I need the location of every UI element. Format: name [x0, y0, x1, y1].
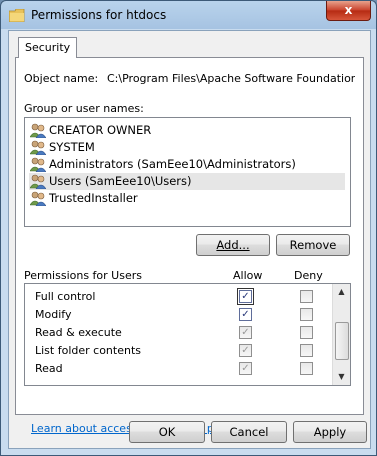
cancel-button[interactable]: Cancel	[211, 421, 287, 443]
scroll-thumb[interactable]	[335, 322, 349, 360]
permissions-scrollbar[interactable]: ▲ ▼	[332, 284, 350, 385]
tab-security[interactable]: Security	[18, 37, 78, 58]
users-group-icon	[30, 123, 46, 138]
permission-name: Modify	[35, 308, 72, 321]
users-group-icon	[30, 191, 46, 206]
allow-checkbox[interactable]: ✓	[239, 344, 252, 357]
users-group-icon	[30, 140, 46, 155]
allow-checkbox[interactable]: ✓	[239, 362, 252, 375]
deny-checkbox[interactable]	[300, 326, 313, 339]
group-list-item-label: CREATOR OWNER	[49, 123, 152, 137]
permission-name: Read & execute	[35, 326, 122, 339]
permission-row: Read ✓	[25, 360, 331, 378]
group-list-item[interactable]: Administrators (SamEee10\Administrators)	[29, 156, 345, 173]
deny-checkbox[interactable]	[300, 344, 313, 357]
permissions-dialog: Permissions for htdocs x Security Object…	[0, 0, 377, 456]
group-list-item-label: SYSTEM	[49, 140, 95, 154]
group-list-item-label: Users (SamEee10\Users)	[49, 174, 192, 188]
permission-name: List folder contents	[35, 344, 141, 357]
group-list-item-label: TrustedInstaller	[49, 191, 138, 205]
scroll-down-icon[interactable]: ▼	[333, 369, 350, 385]
permission-row: List folder contents ✓	[25, 342, 331, 360]
group-list-item[interactable]: TrustedInstaller	[29, 190, 345, 207]
apply-button[interactable]: Apply	[293, 421, 367, 443]
object-name-value[interactable]: C:\Program Files\Apache Software Foundat…	[107, 72, 355, 85]
dialog-body: Security Object name: C:\Program Files\A…	[8, 30, 371, 449]
add-button[interactable]: Add...	[196, 234, 270, 256]
deny-header: Deny	[294, 269, 323, 282]
permission-row: Modify ✓	[25, 306, 331, 324]
object-name-label: Object name:	[24, 72, 99, 85]
deny-checkbox[interactable]	[300, 362, 313, 375]
close-button[interactable]: x	[326, 1, 371, 21]
allow-checkbox[interactable]: ✓	[239, 326, 252, 339]
add-button-label: Add...	[216, 238, 250, 252]
group-list-item-label: Administrators (SamEee10\Administrators)	[49, 157, 296, 171]
permission-name: Read	[35, 362, 63, 375]
allow-header: Allow	[233, 269, 263, 282]
deny-checkbox[interactable]	[300, 290, 313, 303]
allow-checkbox[interactable]: ✓	[237, 288, 254, 305]
users-group-icon	[30, 174, 46, 189]
users-group-icon	[30, 157, 46, 172]
remove-button[interactable]: Remove	[276, 234, 350, 256]
permission-row: Read & execute ✓	[25, 324, 331, 342]
title-bar[interactable]: Permissions for htdocs x	[1, 1, 376, 30]
scroll-up-icon[interactable]: ▲	[333, 284, 350, 300]
folder-icon	[9, 9, 25, 22]
group-list-label: Group or user names:	[24, 102, 144, 115]
window-title: Permissions for htdocs	[31, 8, 167, 22]
permissions-label: Permissions for Users	[24, 269, 142, 282]
group-list-item[interactable]: Users (SamEee10\Users)	[29, 173, 345, 190]
group-list-item[interactable]: CREATOR OWNER	[29, 122, 345, 139]
deny-checkbox[interactable]	[300, 308, 313, 321]
group-user-list[interactable]: CREATOR OWNER SYSTEM Administrators (SamEe…	[24, 117, 351, 227]
permissions-list[interactable]: ▲ ▼ Full control ✓ Modify ✓ Read & execute ✓ L…	[24, 283, 351, 386]
group-list-item[interactable]: SYSTEM	[29, 139, 345, 156]
permission-row: Full control ✓	[25, 288, 331, 306]
permission-name: Full control	[35, 290, 96, 303]
allow-checkbox[interactable]: ✓	[239, 308, 252, 321]
ok-button[interactable]: OK	[129, 421, 205, 443]
